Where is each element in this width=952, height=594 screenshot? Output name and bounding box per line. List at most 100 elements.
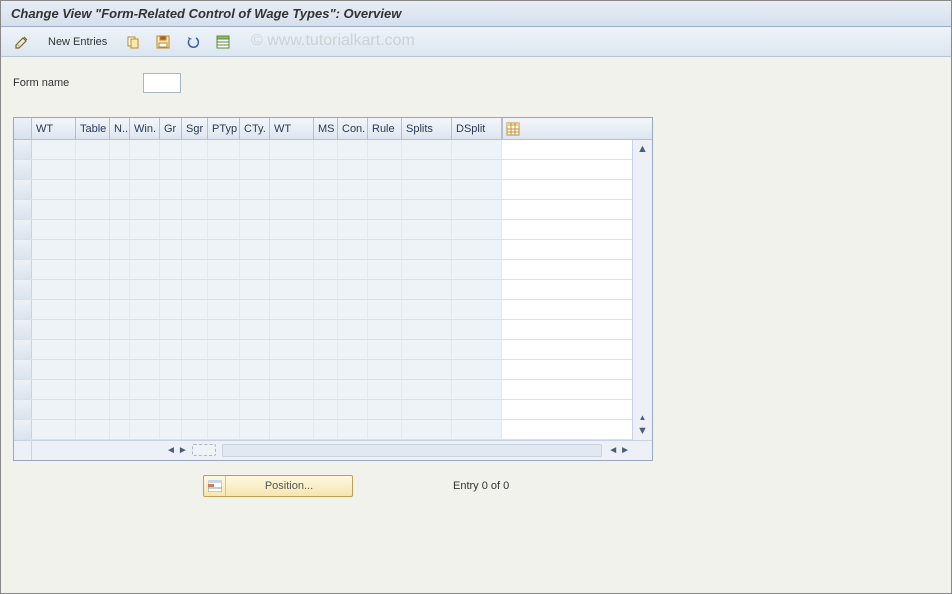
cell-n[interactable] (110, 260, 130, 279)
cell-ms[interactable] (314, 220, 338, 239)
cell-wt1[interactable] (32, 180, 76, 199)
cell-dsplit[interactable] (452, 180, 502, 199)
col-header-gr[interactable]: Gr (160, 118, 182, 139)
cell-sgr[interactable] (182, 360, 208, 379)
cell-win[interactable] (130, 360, 160, 379)
cell-table[interactable] (76, 200, 110, 219)
cell-dsplit[interactable] (452, 420, 502, 439)
col-header-rule[interactable]: Rule (368, 118, 402, 139)
cell-gr[interactable] (160, 200, 182, 219)
cell-n[interactable] (110, 420, 130, 439)
cell-cty[interactable] (240, 200, 270, 219)
cell-splits[interactable] (402, 260, 452, 279)
cell-rule[interactable] (368, 220, 402, 239)
cell-wt1[interactable] (32, 400, 76, 419)
cell-cty[interactable] (240, 260, 270, 279)
row-selector[interactable] (14, 320, 32, 339)
vertical-scrollbar[interactable]: ▲ ▲ ▼ (632, 140, 652, 440)
cell-table[interactable] (76, 260, 110, 279)
cell-wt1[interactable] (32, 340, 76, 359)
cell-win[interactable] (130, 420, 160, 439)
cell-win[interactable] (130, 160, 160, 179)
cell-wt1[interactable] (32, 300, 76, 319)
cell-win[interactable] (130, 180, 160, 199)
cell-con[interactable] (338, 280, 368, 299)
cell-ms[interactable] (314, 240, 338, 259)
cell-splits[interactable] (402, 140, 452, 159)
cell-ptyp[interactable] (208, 300, 240, 319)
cell-n[interactable] (110, 180, 130, 199)
cell-ms[interactable] (314, 300, 338, 319)
cell-wt2[interactable] (270, 260, 314, 279)
cell-table[interactable] (76, 180, 110, 199)
cell-wt2[interactable] (270, 400, 314, 419)
cell-gr[interactable] (160, 360, 182, 379)
cell-con[interactable] (338, 380, 368, 399)
cell-cty[interactable] (240, 160, 270, 179)
col-header-cty[interactable]: CTy. (240, 118, 270, 139)
cell-wt1[interactable] (32, 280, 76, 299)
col-header-n[interactable]: N.. (110, 118, 130, 139)
copy-button[interactable] (120, 31, 146, 53)
cell-rule[interactable] (368, 240, 402, 259)
cell-wt2[interactable] (270, 340, 314, 359)
cell-win[interactable] (130, 320, 160, 339)
cell-ms[interactable] (314, 320, 338, 339)
cell-gr[interactable] (160, 340, 182, 359)
scroll-down-small-icon[interactable]: ▲ (636, 410, 650, 424)
cell-sgr[interactable] (182, 280, 208, 299)
cell-splits[interactable] (402, 200, 452, 219)
cell-cty[interactable] (240, 240, 270, 259)
row-selector[interactable] (14, 220, 32, 239)
cell-wt2[interactable] (270, 180, 314, 199)
cell-wt2[interactable] (270, 280, 314, 299)
row-selector[interactable] (14, 260, 32, 279)
cell-rule[interactable] (368, 360, 402, 379)
cell-wt1[interactable] (32, 240, 76, 259)
cell-sgr[interactable] (182, 240, 208, 259)
cell-splits[interactable] (402, 400, 452, 419)
cell-con[interactable] (338, 240, 368, 259)
cell-gr[interactable] (160, 280, 182, 299)
cell-ms[interactable] (314, 200, 338, 219)
form-name-input[interactable] (143, 73, 181, 93)
cell-ptyp[interactable] (208, 180, 240, 199)
cell-sgr[interactable] (182, 380, 208, 399)
cell-n[interactable] (110, 220, 130, 239)
col-header-ptyp[interactable]: PTyp (208, 118, 240, 139)
cell-ms[interactable] (314, 140, 338, 159)
cell-rule[interactable] (368, 280, 402, 299)
cell-win[interactable] (130, 400, 160, 419)
cell-con[interactable] (338, 340, 368, 359)
cell-table[interactable] (76, 360, 110, 379)
cell-wt2[interactable] (270, 140, 314, 159)
cell-ptyp[interactable] (208, 200, 240, 219)
cell-n[interactable] (110, 400, 130, 419)
cell-wt1[interactable] (32, 260, 76, 279)
cell-ptyp[interactable] (208, 260, 240, 279)
cell-rule[interactable] (368, 420, 402, 439)
cell-n[interactable] (110, 240, 130, 259)
cell-wt2[interactable] (270, 380, 314, 399)
cell-table[interactable] (76, 340, 110, 359)
row-selector[interactable] (14, 140, 32, 159)
cell-wt2[interactable] (270, 420, 314, 439)
cell-cty[interactable] (240, 320, 270, 339)
cell-ptyp[interactable] (208, 140, 240, 159)
cell-rule[interactable] (368, 380, 402, 399)
scroll-down-icon[interactable]: ▼ (636, 424, 650, 438)
cell-win[interactable] (130, 260, 160, 279)
cell-table[interactable] (76, 380, 110, 399)
cell-con[interactable] (338, 220, 368, 239)
cell-splits[interactable] (402, 380, 452, 399)
cell-gr[interactable] (160, 420, 182, 439)
cell-gr[interactable] (160, 160, 182, 179)
col-header-splits[interactable]: Splits (402, 118, 452, 139)
cell-n[interactable] (110, 380, 130, 399)
cell-cty[interactable] (240, 180, 270, 199)
cell-splits[interactable] (402, 280, 452, 299)
cell-con[interactable] (338, 400, 368, 419)
cell-table[interactable] (76, 280, 110, 299)
undo-button[interactable] (180, 31, 206, 53)
cell-ptyp[interactable] (208, 360, 240, 379)
